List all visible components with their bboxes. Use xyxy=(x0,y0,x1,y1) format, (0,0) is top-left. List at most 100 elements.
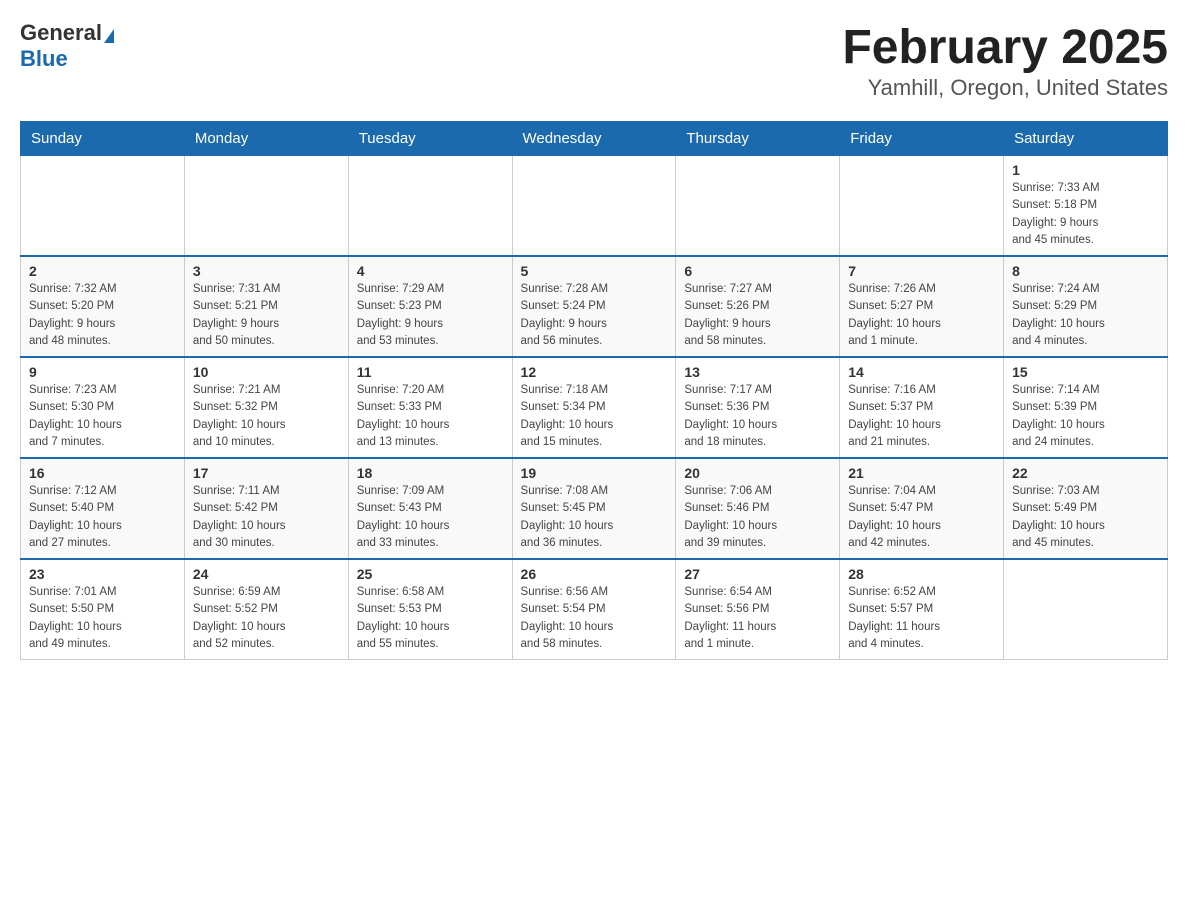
table-row: 3 Sunrise: 7:31 AMSunset: 5:21 PMDaylight… xyxy=(184,256,348,357)
day-number: 10 xyxy=(193,364,340,380)
col-friday: Friday xyxy=(840,122,1004,156)
day-info: Sunrise: 6:54 AMSunset: 5:56 PMDaylight:… xyxy=(684,584,831,653)
day-number: 4 xyxy=(357,263,504,279)
col-sunday: Sunday xyxy=(21,122,185,156)
logo-top: General xyxy=(20,20,114,46)
table-row: 22 Sunrise: 7:03 AMSunset: 5:49 PMDayligh… xyxy=(1004,458,1168,559)
day-info: Sunrise: 7:03 AMSunset: 5:49 PMDaylight:… xyxy=(1012,483,1159,552)
day-number: 13 xyxy=(684,364,831,380)
table-row: 17 Sunrise: 7:11 AMSunset: 5:42 PMDayligh… xyxy=(184,458,348,559)
table-row: 12 Sunrise: 7:18 AMSunset: 5:34 PMDayligh… xyxy=(512,357,676,458)
day-number: 20 xyxy=(684,465,831,481)
calendar-week-row: 2Sunrise: 7:32 AMSunset: 5:20 PMDaylight… xyxy=(21,256,1168,357)
day-info: Sunrise: 7:09 AMSunset: 5:43 PMDaylight:… xyxy=(357,483,504,552)
day-info: Sunrise: 7:23 AMSunset: 5:30 PMDaylight:… xyxy=(29,382,176,451)
day-info: Sunrise: 7:31 AMSunset: 5:21 PMDaylight:… xyxy=(193,281,340,350)
day-number: 22 xyxy=(1012,465,1159,481)
day-number: 6 xyxy=(684,263,831,279)
table-row: 14Sunrise: 7:16 AMSunset: 5:37 PMDayligh… xyxy=(840,357,1004,458)
day-number: 3 xyxy=(193,263,340,279)
day-info: Sunrise: 7:08 AMSunset: 5:45 PMDaylight:… xyxy=(521,483,668,552)
calendar-week-row: 9Sunrise: 7:23 AMSunset: 5:30 PMDaylight… xyxy=(21,357,1168,458)
day-info: Sunrise: 7:17 AMSunset: 5:36 PMDaylight:… xyxy=(684,382,831,451)
table-row: 5 Sunrise: 7:28 AMSunset: 5:24 PMDaylight… xyxy=(512,256,676,357)
day-number: 16 xyxy=(29,465,176,481)
calendar-header-row: Sunday Monday Tuesday Wednesday Thursday… xyxy=(21,122,1168,156)
day-number: 14 xyxy=(848,364,995,380)
table-row: 24 Sunrise: 6:59 AMSunset: 5:52 PMDayligh… xyxy=(184,559,348,660)
calendar-table: Sunday Monday Tuesday Wednesday Thursday… xyxy=(20,121,1168,660)
table-row: 28Sunrise: 6:52 AMSunset: 5:57 PMDayligh… xyxy=(840,559,1004,660)
table-row: 4 Sunrise: 7:29 AMSunset: 5:23 PMDaylight… xyxy=(348,256,512,357)
table-row xyxy=(348,156,512,257)
col-thursday: Thursday xyxy=(676,122,840,156)
table-row xyxy=(676,156,840,257)
day-info: Sunrise: 6:59 AMSunset: 5:52 PMDaylight:… xyxy=(193,584,340,653)
table-row: 10 Sunrise: 7:21 AMSunset: 5:32 PMDayligh… xyxy=(184,357,348,458)
day-number: 21 xyxy=(848,465,995,481)
col-tuesday: Tuesday xyxy=(348,122,512,156)
table-row xyxy=(840,156,1004,257)
day-info: Sunrise: 7:26 AMSunset: 5:27 PMDaylight:… xyxy=(848,281,995,350)
table-row: 11Sunrise: 7:20 AMSunset: 5:33 PMDayligh… xyxy=(348,357,512,458)
table-row: 23 Sunrise: 7:01 AMSunset: 5:50 PMDayligh… xyxy=(21,559,185,660)
table-row: 19 Sunrise: 7:08 AMSunset: 5:45 PMDayligh… xyxy=(512,458,676,559)
day-number: 27 xyxy=(684,566,831,582)
logo: General Blue xyxy=(20,20,114,72)
col-monday: Monday xyxy=(184,122,348,156)
day-number: 26 xyxy=(521,566,668,582)
day-number: 11 xyxy=(357,364,504,380)
table-row: 26 Sunrise: 6:56 AMSunset: 5:54 PMDayligh… xyxy=(512,559,676,660)
day-info: Sunrise: 7:33 AMSunset: 5:18 PMDaylight:… xyxy=(1012,180,1159,249)
day-number: 5 xyxy=(521,263,668,279)
table-row xyxy=(512,156,676,257)
day-number: 7 xyxy=(848,263,995,279)
title-block: February 2025 Yamhill, Oregon, United St… xyxy=(842,20,1168,101)
day-number: 23 xyxy=(29,566,176,582)
day-info: Sunrise: 7:27 AMSunset: 5:26 PMDaylight:… xyxy=(684,281,831,350)
table-row: 2Sunrise: 7:32 AMSunset: 5:20 PMDaylight… xyxy=(21,256,185,357)
day-number: 24 xyxy=(193,566,340,582)
day-info: Sunrise: 7:06 AMSunset: 5:46 PMDaylight:… xyxy=(684,483,831,552)
table-row: 7 Sunrise: 7:26 AMSunset: 5:27 PMDaylight… xyxy=(840,256,1004,357)
day-info: Sunrise: 7:01 AMSunset: 5:50 PMDaylight:… xyxy=(29,584,176,653)
calendar-week-row: 1 Sunrise: 7:33 AMSunset: 5:18 PMDaylight… xyxy=(21,156,1168,257)
table-row: 6 Sunrise: 7:27 AMSunset: 5:26 PMDaylight… xyxy=(676,256,840,357)
logo-blue-text: Blue xyxy=(20,46,68,71)
day-info: Sunrise: 7:28 AMSunset: 5:24 PMDaylight:… xyxy=(521,281,668,350)
table-row: 16 Sunrise: 7:12 AMSunset: 5:40 PMDayligh… xyxy=(21,458,185,559)
day-info: Sunrise: 6:58 AMSunset: 5:53 PMDaylight:… xyxy=(357,584,504,653)
day-info: Sunrise: 7:18 AMSunset: 5:34 PMDaylight:… xyxy=(521,382,668,451)
day-info: Sunrise: 7:11 AMSunset: 5:42 PMDaylight:… xyxy=(193,483,340,552)
page-title: February 2025 xyxy=(842,20,1168,75)
day-info: Sunrise: 7:14 AMSunset: 5:39 PMDaylight:… xyxy=(1012,382,1159,451)
day-info: Sunrise: 6:56 AMSunset: 5:54 PMDaylight:… xyxy=(521,584,668,653)
logo-general-text: General xyxy=(20,20,102,45)
day-number: 1 xyxy=(1012,162,1159,178)
table-row: 9Sunrise: 7:23 AMSunset: 5:30 PMDaylight… xyxy=(21,357,185,458)
table-row xyxy=(184,156,348,257)
day-info: Sunrise: 7:21 AMSunset: 5:32 PMDaylight:… xyxy=(193,382,340,451)
table-row xyxy=(1004,559,1168,660)
day-info: Sunrise: 7:29 AMSunset: 5:23 PMDaylight:… xyxy=(357,281,504,350)
day-number: 28 xyxy=(848,566,995,582)
table-row: 20 Sunrise: 7:06 AMSunset: 5:46 PMDayligh… xyxy=(676,458,840,559)
table-row: 18 Sunrise: 7:09 AMSunset: 5:43 PMDayligh… xyxy=(348,458,512,559)
calendar-week-row: 23 Sunrise: 7:01 AMSunset: 5:50 PMDayligh… xyxy=(21,559,1168,660)
logo-triangle-icon xyxy=(104,29,114,43)
day-number: 19 xyxy=(521,465,668,481)
day-number: 17 xyxy=(193,465,340,481)
day-number: 12 xyxy=(521,364,668,380)
page-subtitle: Yamhill, Oregon, United States xyxy=(842,75,1168,101)
table-row: 15 Sunrise: 7:14 AMSunset: 5:39 PMDayligh… xyxy=(1004,357,1168,458)
col-wednesday: Wednesday xyxy=(512,122,676,156)
day-number: 8 xyxy=(1012,263,1159,279)
day-number: 15 xyxy=(1012,364,1159,380)
day-number: 25 xyxy=(357,566,504,582)
day-info: Sunrise: 7:12 AMSunset: 5:40 PMDaylight:… xyxy=(29,483,176,552)
table-row: 21Sunrise: 7:04 AMSunset: 5:47 PMDayligh… xyxy=(840,458,1004,559)
page-header: General Blue February 2025 Yamhill, Oreg… xyxy=(20,20,1168,101)
day-number: 18 xyxy=(357,465,504,481)
table-row: 25 Sunrise: 6:58 AMSunset: 5:53 PMDayligh… xyxy=(348,559,512,660)
table-row: 1 Sunrise: 7:33 AMSunset: 5:18 PMDaylight… xyxy=(1004,156,1168,257)
